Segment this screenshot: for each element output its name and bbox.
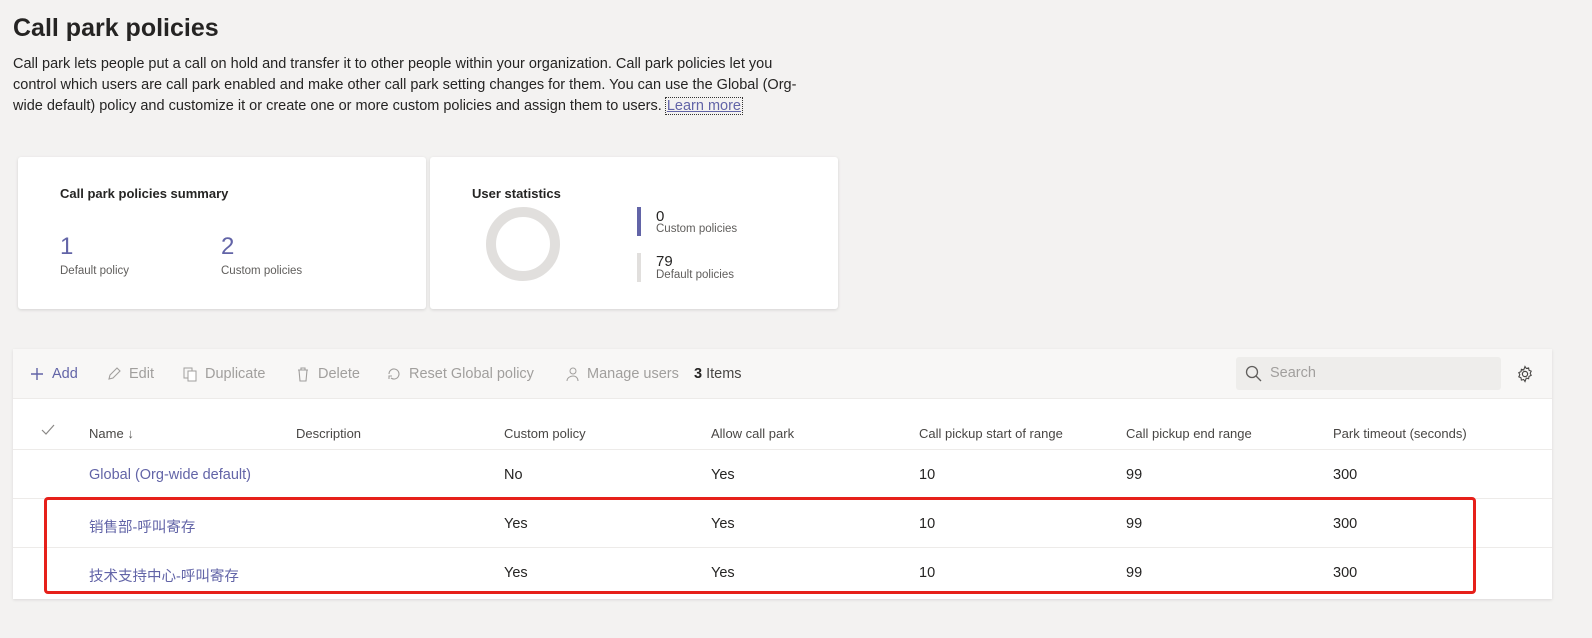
- custom-stat-bar: [637, 207, 641, 236]
- custom-policy-cell: Yes: [504, 516, 528, 532]
- column-header-pickup-end[interactable]: Call pickup end range: [1126, 426, 1252, 441]
- plus-icon: [31, 368, 43, 380]
- pickup-start-cell: 10: [919, 565, 936, 581]
- delete-label: Delete: [318, 366, 360, 382]
- reset-global-policy-button[interactable]: Reset Global policy: [386, 366, 534, 382]
- pickup-start-cell: 10: [919, 516, 936, 532]
- policy-name-link[interactable]: 技术支持中心-呼叫寄存: [89, 565, 239, 586]
- duplicate-label: Duplicate: [205, 366, 266, 382]
- add-label: Add: [52, 366, 78, 382]
- column-header-name[interactable]: Name ↓: [89, 426, 134, 441]
- column-header-description[interactable]: Description: [296, 426, 361, 441]
- column-header-allow-call-park[interactable]: Allow call park: [711, 426, 794, 441]
- learn-more-link[interactable]: Learn more: [664, 97, 743, 115]
- stats-card-title: User statistics: [472, 186, 561, 201]
- policy-name-link[interactable]: 销售部-呼叫寄存: [89, 516, 195, 537]
- items-count: 3 Items: [694, 366, 742, 382]
- custom-policy-count: 2: [221, 233, 235, 260]
- custom-policy-cell: No: [504, 467, 523, 483]
- default-policy-count: 1: [60, 233, 74, 260]
- manage-users-button[interactable]: Manage users: [564, 366, 679, 382]
- add-button[interactable]: Add: [29, 366, 78, 382]
- page-title: Call park policies: [13, 14, 219, 42]
- park-timeout-cell: 300: [1333, 516, 1358, 532]
- table-row[interactable]: 技术支持中心-呼叫寄存 Yes Yes 10 99 300: [13, 548, 1552, 597]
- edit-button[interactable]: Edit: [106, 366, 154, 382]
- default-policy-label: Default policy: [60, 265, 130, 277]
- search-input[interactable]: [1270, 363, 1490, 383]
- column-header-park-timeout[interactable]: Park timeout (seconds): [1333, 426, 1467, 441]
- reset-label: Reset Global policy: [409, 366, 534, 382]
- user-statistics-card: User statistics 0 Custom policies 79 Def…: [430, 157, 838, 309]
- default-stat-bar: [637, 253, 641, 282]
- user-stats-donut-chart: [486, 207, 560, 281]
- items-count-number: 3: [694, 366, 703, 382]
- users-icon: [566, 367, 579, 382]
- pickup-end-cell: 99: [1126, 565, 1143, 581]
- park-timeout-cell: 300: [1333, 565, 1358, 581]
- table-toolbar: Add Edit Duplicate Delete Reset Global p…: [13, 349, 1552, 399]
- duplicate-button[interactable]: Duplicate: [182, 366, 265, 382]
- custom-policy-cell: Yes: [504, 565, 528, 581]
- select-all-checkmark-icon[interactable]: [41, 424, 55, 436]
- edit-label: Edit: [129, 366, 154, 382]
- custom-policy-label: Custom policies: [221, 265, 303, 277]
- allow-call-park-cell: Yes: [711, 467, 735, 483]
- default-users-count: 79: [656, 253, 673, 270]
- table-row[interactable]: Global (Org-wide default) No Yes 10 99 3…: [13, 450, 1552, 499]
- sort-descending-icon: ↓: [127, 426, 134, 441]
- default-users-label: Default policies: [656, 269, 734, 281]
- delete-button[interactable]: Delete: [295, 366, 360, 382]
- allow-call-park-cell: Yes: [711, 565, 735, 581]
- column-header-pickup-start[interactable]: Call pickup start of range: [919, 426, 1063, 441]
- pencil-icon: [108, 367, 121, 380]
- trash-icon: [298, 367, 308, 382]
- table-row[interactable]: 销售部-呼叫寄存 Yes Yes 10 99 300: [13, 499, 1552, 548]
- pickup-end-cell: 99: [1126, 516, 1143, 532]
- custom-users-label: Custom policies: [656, 223, 738, 235]
- copy-icon: [183, 367, 197, 382]
- park-timeout-cell: 300: [1333, 467, 1358, 483]
- name-header-label: Name: [89, 426, 124, 441]
- summary-card-title: Call park policies summary: [60, 186, 229, 201]
- page-description: Call park lets people put a call on hold…: [13, 54, 813, 117]
- gear-icon[interactable]: [1516, 365, 1534, 383]
- search-box[interactable]: [1236, 357, 1501, 390]
- column-header-custom-policy[interactable]: Custom policy: [504, 426, 586, 441]
- policies-table-panel: Add Edit Duplicate Delete Reset Global p…: [13, 349, 1552, 599]
- policy-name-link[interactable]: Global (Org-wide default): [89, 467, 251, 483]
- table-header: Name ↓ Description Custom policy Allow c…: [13, 399, 1552, 450]
- search-icon: [1245, 365, 1262, 382]
- allow-call-park-cell: Yes: [711, 516, 735, 532]
- policies-summary-card: Call park policies summary 1 Default pol…: [18, 157, 426, 309]
- items-count-label: Items: [706, 366, 742, 382]
- pickup-end-cell: 99: [1126, 467, 1143, 483]
- reset-icon: [388, 368, 400, 380]
- manage-users-label: Manage users: [587, 366, 679, 382]
- pickup-start-cell: 10: [919, 467, 936, 483]
